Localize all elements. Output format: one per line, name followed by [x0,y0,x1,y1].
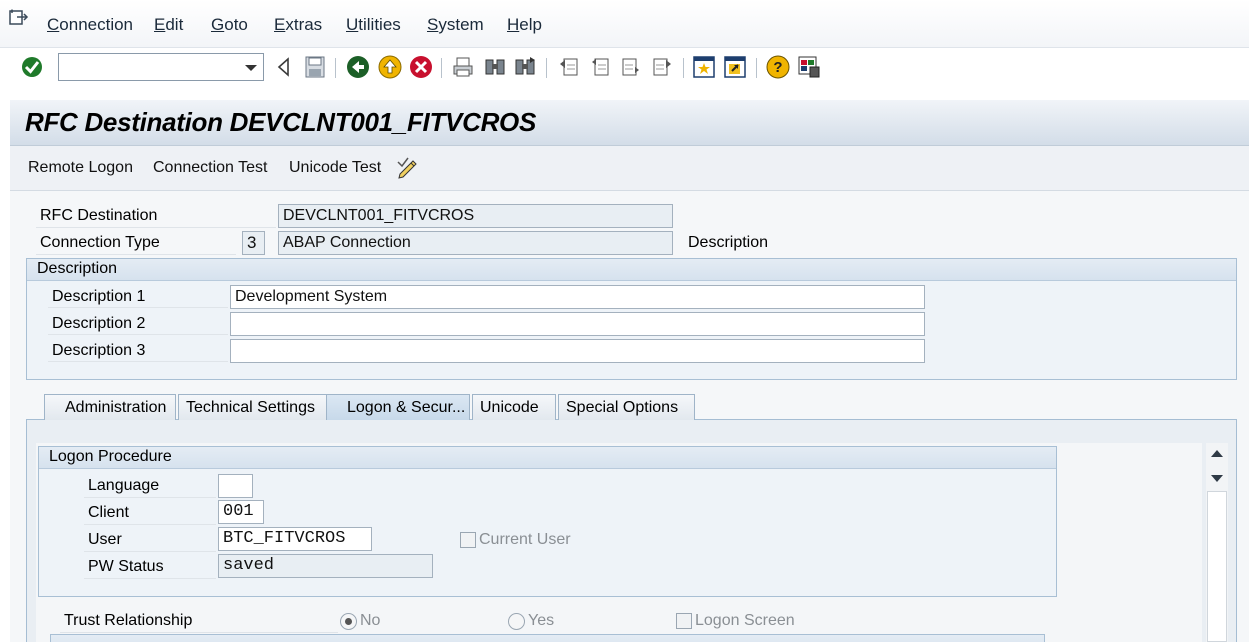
trust-no-label: No [360,612,381,629]
toolbar-separator [683,58,684,78]
user-label: User [88,531,122,548]
trust-yes-radio[interactable] [508,613,525,630]
back-arrow-icon[interactable] [271,54,297,80]
client-field[interactable]: 001 [218,500,264,524]
previous-page-icon[interactable] [587,54,613,80]
trust-no-radio[interactable] [340,613,357,630]
pw-status-field[interactable]: saved [218,554,433,578]
language-field[interactable] [218,474,253,498]
edit-pencil-icon[interactable] [396,156,420,180]
menu-goto[interactable]: Goto [211,15,248,35]
description-1-field[interactable]: Development System [230,285,925,309]
page-title: RFC Destination DEVCLNT001_FITVCROS [25,107,537,137]
next-group [50,634,1045,642]
description-3-field[interactable] [230,339,925,363]
svg-text:?: ? [773,59,782,76]
customize-layout-icon[interactable] [796,54,822,80]
menu-system[interactable]: System [427,15,484,35]
description-1-label: Description 1 [52,288,146,305]
description-3-label: Description 3 [52,342,146,359]
label-underline [84,551,216,552]
next-group-title [51,635,1044,642]
description-group-title: Description [27,259,1236,281]
find-icon[interactable] [482,54,508,80]
unicode-test-button[interactable]: Unicode Test [289,159,381,177]
back-icon[interactable] [345,54,371,80]
description-2-field[interactable] [230,312,925,336]
rfc-destination-label: RFC Destination [40,207,158,224]
tab-unicode[interactable]: Unicode [472,394,556,420]
application-toolbar: Remote Logon Connection Test Unicode Tes… [10,146,1249,191]
enter-icon[interactable] [19,54,45,80]
logon-procedure-group: Logon Procedure [38,446,1057,597]
find-next-icon[interactable] [512,54,538,80]
connection-type-code-field[interactable]: 3 [242,231,265,255]
next-page-icon[interactable] [618,54,644,80]
label-underline [36,227,276,228]
menu-connection[interactable]: Connection [47,15,133,35]
title-bar: RFC Destination DEVCLNT001_FITVCROS [10,100,1249,146]
cancel-icon[interactable] [408,54,434,80]
first-page-icon[interactable] [556,54,582,80]
save-icon[interactable] [302,54,328,80]
label-underline [48,307,228,308]
label-underline [48,361,228,362]
toolbar-separator [756,58,757,78]
menu-bar: Connection Edit Goto Extras Utilities Sy… [0,0,1249,48]
description-link[interactable]: Description [688,234,768,252]
command-field[interactable] [58,53,264,81]
tab-administration[interactable]: Administration [44,394,176,420]
tab-technical-settings[interactable]: Technical Settings [178,394,328,420]
user-field[interactable]: BTC_FITVCROS [218,527,372,551]
tab-special-options[interactable]: Special Options [558,394,695,420]
menu-edit[interactable]: Edit [154,15,183,35]
current-user-checkbox[interactable] [460,532,476,548]
exit-icon[interactable] [377,54,403,80]
toolbar-separator [441,58,442,78]
pw-status-label: PW Status [88,558,164,575]
print-icon[interactable] [450,54,476,80]
label-underline [48,334,228,335]
label-underline [84,497,216,498]
language-label: Language [88,477,160,494]
remote-logon-button[interactable]: Remote Logon [28,159,133,177]
label-underline [60,632,338,633]
connection-test-button[interactable]: Connection Test [153,159,267,177]
rfc-destination-field[interactable]: DEVCLNT001_FITVCROS [278,204,673,228]
trust-relationship-label: Trust Relationship [64,612,193,629]
menu-help[interactable]: Help [507,15,542,35]
scroll-up-icon[interactable] [1211,450,1223,457]
scrollbar-track[interactable] [1207,491,1227,642]
vertical-scrollbar[interactable] [1206,443,1228,642]
logon-screen-label: Logon Screen [695,612,795,629]
current-user-label: Current User [479,531,571,548]
create-session-icon[interactable] [691,54,717,80]
logon-procedure-title: Logon Procedure [39,447,1056,469]
scroll-down-icon[interactable] [1211,475,1223,482]
logon-screen-checkbox[interactable] [676,613,692,629]
label-underline [84,524,216,525]
trust-yes-label: Yes [528,612,555,629]
label-underline [84,578,216,579]
help-icon[interactable]: ? [765,54,791,80]
toolbar-separator [546,58,547,78]
tab-logon-security[interactable]: Logon & Secur... [326,394,470,420]
connection-type-field[interactable]: ABAP Connection [278,231,673,255]
menu-extras[interactable]: Extras [274,15,322,35]
client-label: Client [88,504,129,521]
menu-utilities[interactable]: Utilities [346,15,401,35]
shortcut-icon[interactable] [722,54,748,80]
label-underline [36,254,236,255]
menu-icon[interactable] [9,9,29,27]
last-page-icon[interactable] [649,54,675,80]
standard-toolbar: ? [0,48,1249,90]
description-2-label: Description 2 [52,315,146,332]
chevron-down-icon[interactable] [245,65,257,71]
connection-type-label: Connection Type [40,234,160,251]
toolbar-separator [335,58,336,78]
